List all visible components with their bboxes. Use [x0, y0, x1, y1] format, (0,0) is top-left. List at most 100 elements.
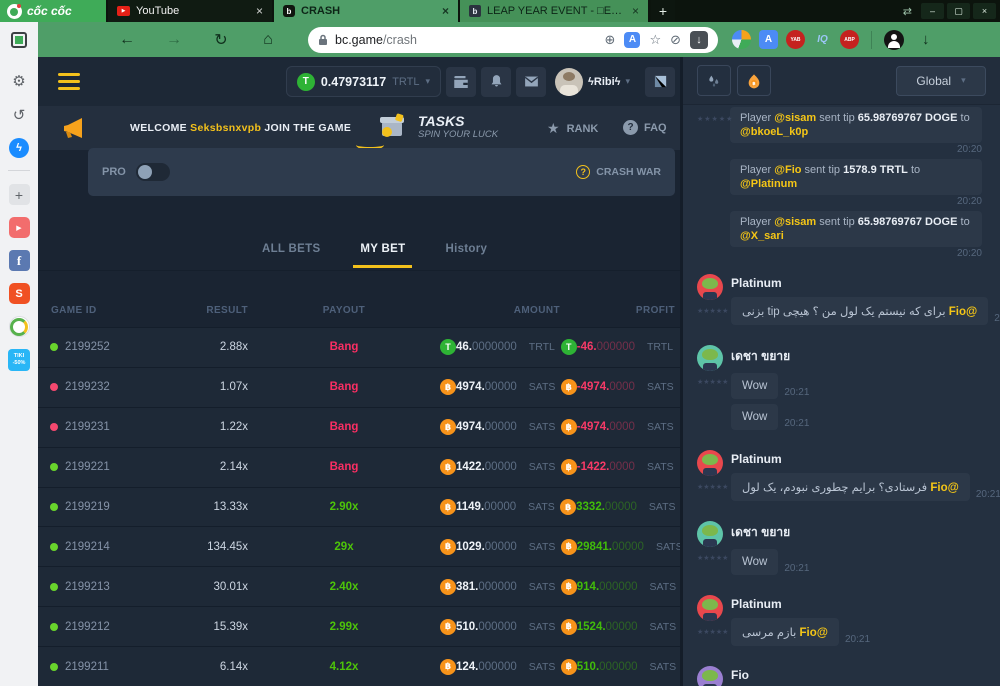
history-icon[interactable]: ↺: [8, 104, 30, 126]
brand-name: cốc cốc: [27, 4, 72, 18]
settings-gear-icon[interactable]: ⚙: [8, 70, 30, 92]
messages-button[interactable]: [516, 67, 546, 97]
username[interactable]: ϟRibiϟ: [588, 76, 620, 88]
table-row[interactable]: 2199252 2.88x Bang T46.0000000TRTL T-46.…: [38, 327, 680, 367]
chat-feed[interactable]: ★★★★★ Player @sisam sent tip 65.98769767…: [683, 105, 1000, 686]
chat-username[interactable]: เดชา ขยาย: [731, 347, 982, 366]
user-stars: ★★★★★: [697, 628, 723, 636]
avatar[interactable]: [697, 521, 723, 547]
crash-war-link[interactable]: ? CRASH WAR: [576, 165, 661, 179]
status-dot: [50, 503, 58, 511]
avatar[interactable]: [697, 274, 723, 300]
profit-cell: ฿914.000000SATS: [561, 579, 682, 595]
balance-selector[interactable]: T 0.47973117 TRTL ▾: [286, 66, 441, 97]
tab-youtube[interactable]: ▶ YouTube ×: [108, 0, 272, 22]
messenger-icon[interactable]: ϟ: [9, 138, 29, 158]
profit-cell: ฿-4974.0000SATS: [561, 419, 679, 435]
coccoc-brand[interactable]: cốc cốc: [0, 0, 106, 22]
url-text[interactable]: bc.game/crash: [335, 33, 417, 47]
close-button[interactable]: ×: [973, 3, 996, 19]
back-button[interactable]: ←: [114, 31, 140, 49]
chat-header: ฿ Global ▾: [683, 57, 1000, 105]
minimize-button[interactable]: –: [921, 3, 944, 19]
table-row[interactable]: 2199221 2.14x Bang ฿1422.00000SATS ฿-142…: [38, 447, 680, 487]
bookmark-star-icon[interactable]: ☆: [649, 32, 661, 48]
table-row[interactable]: 2199219 13.33x 2.90x ฿1149.00000SATS ฿33…: [38, 487, 680, 527]
adblock-shield-icon[interactable]: ⊘: [670, 32, 681, 48]
rain-button[interactable]: [697, 65, 731, 96]
chat-username[interactable]: Fio: [731, 668, 982, 682]
faq-link[interactable]: ? FAQ: [623, 120, 667, 135]
avatar[interactable]: [697, 345, 723, 371]
chat-username[interactable]: เดชา ขยาย: [731, 523, 982, 542]
table-row[interactable]: 2199232 1.07x Bang ฿4974.00000SATS ฿-497…: [38, 367, 680, 407]
tab-close-icon[interactable]: ×: [256, 4, 263, 18]
chat-username[interactable]: Platinum: [731, 276, 982, 290]
avatar[interactable]: [697, 595, 723, 621]
home-button[interactable]: ⌂: [255, 31, 281, 49]
extension-abp-icon[interactable]: ABP: [840, 30, 859, 49]
chat-message: ★★★★★ เดชา ขยาย Wow 20:21: [697, 521, 982, 580]
rank-link[interactable]: ★ RANK: [547, 120, 598, 137]
status-dot: [50, 543, 58, 551]
tabs-divider: [38, 270, 680, 271]
reload-button[interactable]: ↻: [208, 30, 234, 50]
chat-channel-select[interactable]: Global ▾: [896, 66, 986, 96]
restore-button[interactable]: ▢: [947, 3, 970, 19]
zoom-icon[interactable]: ⊕: [605, 32, 616, 48]
tab-close-icon[interactable]: ×: [442, 4, 449, 18]
tab-crash-active[interactable]: b CRASH ×: [274, 0, 458, 22]
table-row[interactable]: 2199211 6.14x 4.12x ฿124.000000SATS ฿510…: [38, 646, 680, 686]
sidebar-toggle-icon[interactable]: [11, 32, 27, 48]
coin-drop-button[interactable]: ฿: [737, 65, 771, 96]
notifications-button[interactable]: [481, 67, 511, 97]
facebook-shortcut-icon[interactable]: f: [9, 250, 30, 271]
mention: @Platinum: [740, 178, 797, 190]
add-shortcut-button[interactable]: +: [9, 184, 30, 205]
pro-toggle[interactable]: [136, 163, 170, 181]
address-bar[interactable]: bc.game/crash ⊕ A ☆ ⊘ ↓: [308, 27, 718, 53]
table-row[interactable]: 2199231 1.22x Bang ฿4974.00000SATS ฿-497…: [38, 407, 680, 447]
chat-username[interactable]: Platinum: [731, 452, 982, 466]
new-tab-button[interactable]: +: [651, 0, 675, 22]
result-cell: 1.07x: [160, 381, 248, 393]
downloads-icon[interactable]: ↓: [922, 31, 930, 48]
user-avatar[interactable]: [555, 68, 583, 96]
translate-icon[interactable]: A: [624, 32, 640, 48]
tab-history[interactable]: History: [438, 237, 494, 268]
avatar[interactable]: [697, 666, 723, 686]
quick-download-icon[interactable]: ⇄: [903, 5, 912, 18]
coccoc-shortcut-icon[interactable]: [9, 316, 30, 337]
chat-username[interactable]: Platinum: [731, 597, 982, 611]
chat-toggle-button[interactable]: [645, 67, 675, 97]
youtube-shortcut-icon[interactable]: ▶: [9, 217, 30, 238]
tab-leap-year-event[interactable]: b LEAP YEAR EVENT - □Event - ×: [460, 0, 648, 22]
tiki-shortcut-icon[interactable]: TIKI -50%: [8, 349, 30, 371]
extension-translate-icon[interactable]: A: [759, 30, 778, 49]
browser-toolbar: ← → ↻ ⌂ bc.game/crash ⊕ A ☆ ⊘ ↓ A YAB IQ…: [0, 22, 1000, 57]
game-id: 2199211: [65, 661, 109, 673]
sats-coin-icon: ฿: [440, 659, 456, 675]
table-row[interactable]: 2199214 134.45x 29x ฿1029.00000SATS ฿298…: [38, 526, 680, 566]
tasks-widget[interactable]: TASKS SPIN YOUR LUCK: [376, 110, 498, 142]
menu-hamburger-icon[interactable]: [58, 73, 80, 90]
tab-close-icon[interactable]: ×: [632, 4, 639, 18]
forward-button[interactable]: →: [161, 31, 187, 49]
tab-my-bet[interactable]: MY BET: [353, 237, 412, 268]
sats-coin-icon: ฿: [440, 419, 456, 435]
shopee-shortcut-icon[interactable]: S: [9, 283, 30, 304]
url-path: /crash: [383, 33, 417, 47]
extension-pie-icon[interactable]: [732, 30, 751, 49]
tab-all-bets[interactable]: ALL BETS: [255, 237, 327, 268]
wallet-button[interactable]: [446, 67, 476, 97]
sats-coin-icon: ฿: [561, 619, 577, 635]
download-manager-icon[interactable]: ↓: [690, 31, 708, 49]
profile-avatar-icon[interactable]: [884, 30, 904, 50]
avatar[interactable]: [697, 450, 723, 476]
table-row[interactable]: 2199212 15.39x 2.99x ฿510.000000SATS ฿15…: [38, 606, 680, 646]
fireball-icon: ฿: [746, 73, 762, 89]
extension-iq-icon[interactable]: IQ: [813, 30, 832, 49]
table-row[interactable]: 2199213 30.01x 2.40x ฿381.000000SATS ฿91…: [38, 566, 680, 606]
bcgame-favicon: b: [283, 5, 295, 17]
extension-yab-icon[interactable]: YAB: [786, 30, 805, 49]
